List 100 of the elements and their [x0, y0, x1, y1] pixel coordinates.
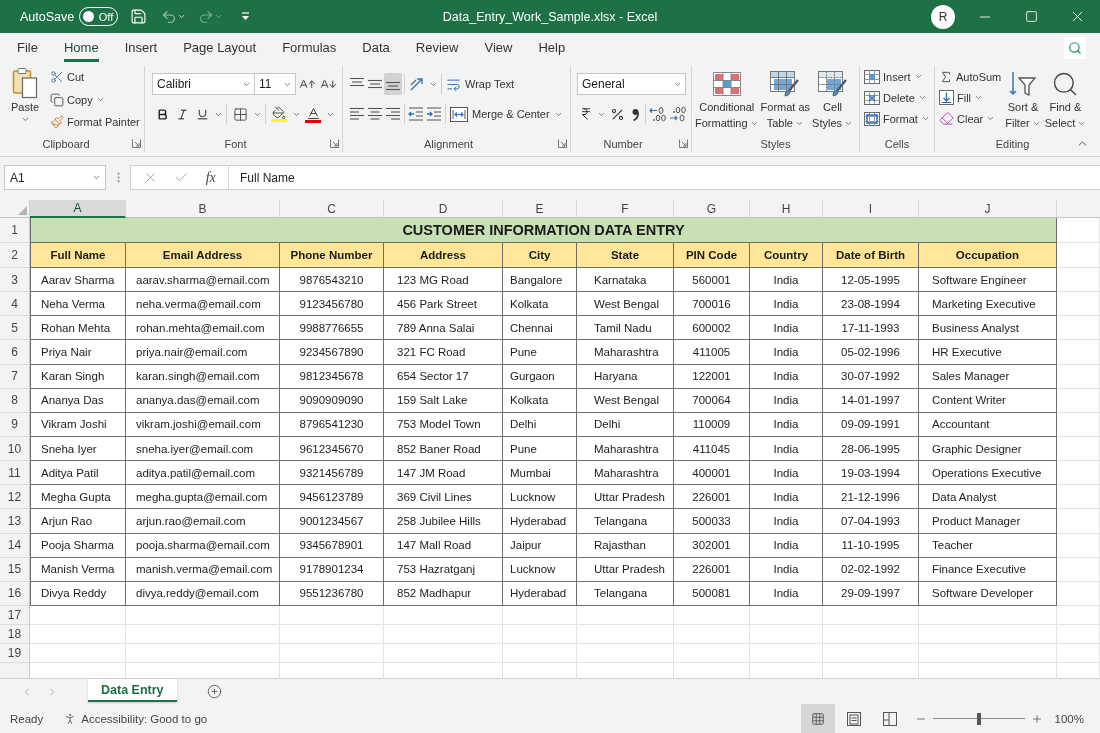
- ribbon-tab[interactable]: Data: [362, 33, 390, 62]
- font-size-field[interactable]: 11: [255, 73, 296, 95]
- delete-button[interactable]: Delete: [862, 87, 932, 108]
- table-cell: 8796541230: [280, 412, 384, 437]
- increase-decimal-icon[interactable]: [649, 106, 667, 122]
- dialog-launcher-icon[interactable]: [329, 139, 339, 148]
- zoom-slider-thumb[interactable]: [976, 712, 981, 725]
- format-button[interactable]: Format: [862, 108, 932, 129]
- caret-icon[interactable]: [917, 93, 927, 102]
- view-button[interactable]: [800, 704, 835, 733]
- ribbon-tab[interactable]: Page Layout: [183, 33, 257, 62]
- zoom-in-icon[interactable]: [1030, 712, 1043, 725]
- cell-styles-button[interactable]: Cell Styles: [812, 66, 854, 135]
- row-number[interactable]: 16: [0, 581, 30, 606]
- fill-color-icon[interactable]: [270, 106, 288, 122]
- underline-icon[interactable]: [195, 107, 209, 121]
- caret-icon[interactable]: [974, 93, 984, 102]
- ribbon-tab[interactable]: Help: [538, 33, 566, 62]
- row-number[interactable]: 5: [0, 316, 30, 341]
- caret-icon[interactable]: [214, 12, 224, 21]
- row-number[interactable]: 10: [0, 437, 30, 462]
- select-all-icon[interactable]: [18, 206, 27, 215]
- dialog-launcher-icon[interactable]: [557, 139, 567, 148]
- format-as-table-button[interactable]: Format as Table: [760, 66, 811, 135]
- customize-icon[interactable]: [241, 12, 251, 21]
- font-name-field[interactable]: Calibri: [152, 73, 255, 95]
- ribbon-tab[interactable]: View: [484, 33, 513, 62]
- undo-icon[interactable]: [161, 8, 178, 25]
- accessibility-button[interactable]: Accessibility: Good to go: [63, 711, 208, 726]
- decrease-indent-icon[interactable]: [408, 106, 424, 122]
- group-label: Cells: [884, 137, 910, 150]
- comma-style-icon[interactable]: [631, 107, 639, 121]
- align-center-icon[interactable]: [367, 106, 383, 122]
- fill-button[interactable]: Fill: [937, 87, 1004, 108]
- font-color-icon[interactable]: [304, 105, 322, 123]
- table-cell: Graphic Designer: [919, 437, 1057, 462]
- save-icon[interactable]: [130, 8, 148, 25]
- name-box[interactable]: A1: [4, 165, 106, 190]
- text-angle-icon[interactable]: [409, 76, 425, 92]
- row-number[interactable]: 3: [0, 268, 30, 293]
- sheet-tab[interactable]: Data Entry: [88, 679, 177, 702]
- find-select-button[interactable]: Find & Select: [1044, 66, 1087, 135]
- table-header-cell: Country: [750, 243, 823, 268]
- sort-filter-button[interactable]: Sort & Filter: [1005, 66, 1041, 135]
- align-left-icon[interactable]: [349, 106, 365, 122]
- search-icon[interactable]: [1064, 36, 1086, 59]
- caret-icon[interactable]: [986, 114, 996, 123]
- cut-button[interactable]: Cut: [48, 66, 142, 89]
- merge-center-button[interactable]: Merge & Center: [448, 103, 565, 125]
- caret-icon[interactable]: [20, 115, 30, 124]
- caret-icon[interactable]: [177, 12, 187, 21]
- format-painter-button[interactable]: Format Painter: [48, 111, 142, 134]
- maximize-icon[interactable]: [1024, 10, 1038, 23]
- zoom-level[interactable]: 100%: [1054, 712, 1084, 725]
- ribbon-tab[interactable]: Insert: [124, 33, 158, 62]
- redo-icon[interactable]: [198, 8, 215, 25]
- dialog-launcher-icon[interactable]: [131, 139, 141, 148]
- caret-icon[interactable]: [92, 173, 101, 182]
- italic-icon[interactable]: [175, 107, 189, 121]
- table-cell: Karan Singh: [30, 364, 126, 389]
- ribbon-tab[interactable]: Review: [415, 33, 459, 62]
- row-number[interactable]: 7: [0, 364, 30, 389]
- row-number[interactable]: 15: [0, 557, 30, 582]
- number-format-field[interactable]: General: [577, 73, 686, 95]
- row-number[interactable]: 13: [0, 509, 30, 534]
- caret-icon[interactable]: [913, 72, 923, 81]
- decrease-decimal-icon[interactable]: [669, 106, 687, 122]
- row-number[interactable]: 8: [0, 388, 30, 413]
- conditional-formatting-button[interactable]: Conditional Formatting: [695, 66, 759, 135]
- column-header[interactable]: A: [30, 200, 126, 218]
- align-right-icon[interactable]: [385, 106, 401, 122]
- clear-button[interactable]: Clear: [937, 108, 1004, 129]
- row-number[interactable]: 14: [0, 533, 30, 558]
- add-sheet-icon[interactable]: [206, 684, 222, 699]
- row-number[interactable]: 1: [0, 218, 30, 243]
- account-avatar[interactable]: R: [931, 4, 955, 29]
- autosum-button[interactable]: AutoSum: [937, 66, 1004, 87]
- row-number[interactable]: 12: [0, 485, 30, 510]
- caret-icon[interactable]: [920, 114, 930, 123]
- ribbon-tab[interactable]: Formulas: [282, 33, 337, 62]
- table-header-cell: City: [503, 243, 577, 268]
- ribbon-tab[interactable]: File: [17, 33, 38, 62]
- borders-icon[interactable]: [232, 106, 248, 122]
- row-number[interactable]: 4: [0, 292, 30, 317]
- wrap-text-button[interactable]: Wrap Text: [444, 73, 517, 95]
- row-number[interactable]: 6: [0, 340, 30, 365]
- row-number[interactable]: 9: [0, 412, 30, 437]
- insert-button[interactable]: Insert: [862, 66, 932, 87]
- percent-icon[interactable]: [609, 106, 625, 122]
- row-number[interactable]: 2: [0, 243, 30, 268]
- currency-icon[interactable]: [579, 107, 593, 121]
- align-bottom-button[interactable]: [384, 73, 402, 95]
- increase-indent-icon[interactable]: [426, 106, 442, 122]
- row-number[interactable]: 11: [0, 461, 30, 486]
- dialog-launcher-icon[interactable]: [678, 139, 688, 148]
- table-cell: ananya.das@email.com: [126, 388, 280, 413]
- table-cell: 226001: [674, 485, 750, 510]
- copy-button[interactable]: Copy: [48, 88, 142, 111]
- paste-button[interactable]: Paste: [4, 66, 46, 135]
- table-cell: Karnataka: [577, 268, 674, 293]
